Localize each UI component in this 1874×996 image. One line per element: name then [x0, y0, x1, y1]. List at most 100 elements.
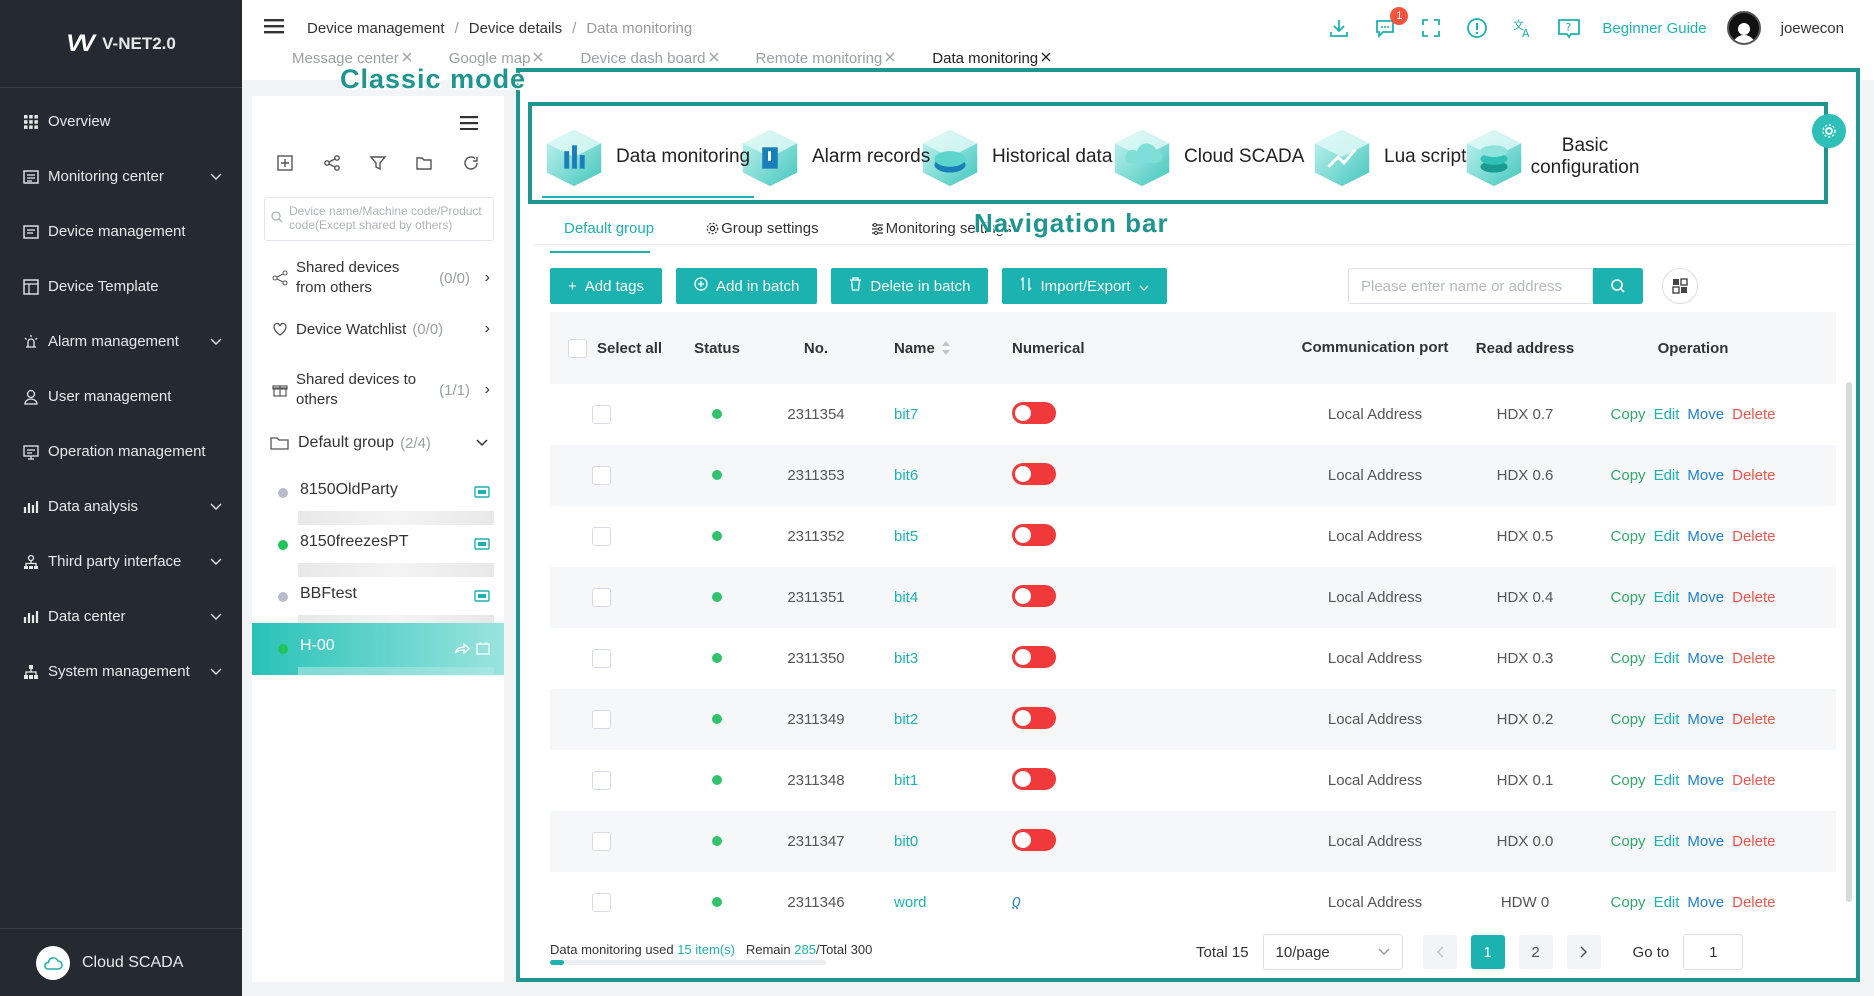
copy-button[interactable]: Copy — [1611, 772, 1646, 789]
nav-lua-script[interactable]: Lua script — [1310, 106, 1466, 208]
copy-button[interactable]: Copy — [1611, 894, 1646, 911]
copy-button[interactable]: Copy — [1611, 589, 1646, 606]
add-icon[interactable] — [276, 154, 294, 177]
tag-search-input[interactable]: Please enter name or address — [1348, 268, 1593, 304]
avatar[interactable] — [1726, 11, 1761, 45]
delete-button[interactable]: Delete — [1732, 711, 1775, 728]
device-item[interactable]: H-00 — [252, 623, 504, 681]
row-checkbox[interactable] — [592, 588, 611, 607]
breadcrumb-item[interactable]: Device details — [469, 20, 562, 37]
move-button[interactable]: Move — [1687, 711, 1724, 728]
device-item[interactable]: BBFtest — [252, 571, 504, 629]
fullscreen-icon[interactable] — [1418, 15, 1444, 41]
sidebar-item-alarm-management[interactable]: Alarm management — [0, 314, 242, 369]
edit-button[interactable]: Edit — [1654, 894, 1680, 911]
row-name-link[interactable]: bit3 — [894, 650, 918, 667]
close-icon[interactable] — [532, 50, 544, 67]
move-button[interactable]: Move — [1687, 528, 1724, 545]
move-button[interactable]: Move — [1687, 650, 1724, 667]
move-button[interactable]: Move — [1687, 833, 1724, 850]
row-name-link[interactable]: word — [894, 894, 927, 911]
next-page-button[interactable] — [1566, 935, 1601, 969]
row-name-link[interactable]: bit4 — [894, 589, 918, 606]
row-checkbox[interactable] — [592, 649, 611, 668]
refresh-icon[interactable] — [462, 154, 480, 177]
monitor-icon[interactable] — [474, 589, 490, 607]
edit-button[interactable]: Edit — [1654, 650, 1680, 667]
delete-button[interactable]: Delete — [1732, 528, 1775, 545]
table-scrollbar[interactable] — [1846, 382, 1852, 902]
list-toggle-icon[interactable] — [460, 116, 478, 135]
row-name-link[interactable]: bit6 — [894, 467, 918, 484]
value-number[interactable]: 0 — [1012, 894, 1020, 911]
shared-from-others[interactable]: Shared devices from others (0/0) › — [252, 247, 504, 309]
header-name[interactable]: Name — [870, 340, 980, 357]
delete-button[interactable]: Delete — [1732, 772, 1775, 789]
copy-button[interactable]: Copy — [1611, 711, 1646, 728]
move-button[interactable]: Move — [1687, 772, 1724, 789]
copy-button[interactable]: Copy — [1611, 650, 1646, 667]
delete-button[interactable]: Delete — [1732, 467, 1775, 484]
edit-button[interactable]: Edit — [1654, 772, 1680, 789]
sidebar-item-monitoring-center[interactable]: Monitoring center — [0, 149, 242, 204]
brand[interactable]: VV V-NET2.0 — [0, 0, 242, 88]
delete-button[interactable]: Delete — [1732, 406, 1775, 423]
nav-data-monitoring[interactable]: Data monitoring — [542, 106, 755, 208]
username[interactable]: joewecon — [1781, 20, 1844, 37]
copy-button[interactable]: Copy — [1611, 406, 1646, 423]
folder-icon[interactable] — [415, 154, 433, 177]
row-name-link[interactable]: bit7 — [894, 406, 918, 423]
menu-toggle-icon[interactable] — [264, 18, 284, 39]
close-icon[interactable] — [708, 50, 720, 67]
default-group[interactable]: Default group (2/4) — [252, 425, 504, 461]
nav-historical-data[interactable]: Historical data — [918, 106, 1112, 208]
row-checkbox[interactable] — [592, 405, 611, 424]
sidebar-item-overview[interactable]: Overview — [0, 94, 242, 149]
edit-button[interactable]: Edit — [1654, 528, 1680, 545]
tab-group-settings[interactable]: Group settings — [706, 220, 819, 237]
sidebar-item-system-management[interactable]: System management — [0, 644, 242, 699]
calendar-icon[interactable] — [476, 641, 490, 660]
edit-button[interactable]: Edit — [1654, 406, 1680, 423]
edit-button[interactable]: Edit — [1654, 467, 1680, 484]
row-checkbox[interactable] — [592, 527, 611, 546]
cloud-scada-link[interactable]: Cloud SCADA — [0, 928, 242, 996]
close-icon[interactable] — [884, 50, 896, 67]
copy-button[interactable]: Copy — [1611, 467, 1646, 484]
value-toggle[interactable] — [1012, 401, 1056, 424]
move-button[interactable]: Move — [1687, 406, 1724, 423]
row-name-link[interactable]: bit2 — [894, 711, 918, 728]
sidebar-item-device-management[interactable]: Device management — [0, 204, 242, 259]
translate-icon[interactable]: 文A — [1510, 15, 1536, 41]
device-watchlist[interactable]: Device Watchlist (0/0) › — [252, 309, 504, 349]
info-icon[interactable] — [1464, 15, 1490, 41]
breadcrumb-item[interactable]: Device management — [307, 20, 445, 37]
copy-button[interactable]: Copy — [1611, 528, 1646, 545]
beginner-guide-link[interactable]: Beginner Guide — [1602, 20, 1706, 37]
settings-gear-icon[interactable] — [1812, 114, 1846, 148]
copy-button[interactable]: Copy — [1611, 833, 1646, 850]
device-search-input[interactable]: Device name/Machine code/Product code(Ex… — [264, 197, 494, 241]
page-size-select[interactable]: 10/page — [1262, 934, 1403, 970]
row-checkbox[interactable] — [592, 466, 611, 485]
goto-page-input[interactable]: 1 — [1683, 934, 1744, 970]
filter-icon[interactable] — [369, 154, 387, 177]
import-export-button[interactable]: Import/Export — [1002, 268, 1167, 304]
edit-button[interactable]: Edit — [1654, 589, 1680, 606]
page-button[interactable]: 1 — [1470, 935, 1505, 969]
delete-button[interactable]: Delete — [1732, 589, 1775, 606]
monitor-icon[interactable] — [474, 537, 490, 555]
select-all-checkbox[interactable] — [568, 338, 587, 358]
nav-alarm-records[interactable]: Alarm records — [738, 106, 930, 208]
help-icon[interactable]: ? — [1556, 15, 1582, 41]
move-button[interactable]: Move — [1687, 894, 1724, 911]
value-toggle[interactable] — [1012, 462, 1056, 485]
delete-in-batch-button[interactable]: Delete in batch — [831, 268, 989, 304]
device-item[interactable]: 8150OldParty — [252, 467, 504, 525]
share-arrow-icon[interactable] — [454, 641, 470, 660]
sidebar-item-operation-management[interactable]: Operation management — [0, 424, 242, 479]
delete-button[interactable]: Delete — [1732, 650, 1775, 667]
edit-button[interactable]: Edit — [1654, 833, 1680, 850]
edit-button[interactable]: Edit — [1654, 711, 1680, 728]
share-icon[interactable] — [323, 154, 341, 177]
